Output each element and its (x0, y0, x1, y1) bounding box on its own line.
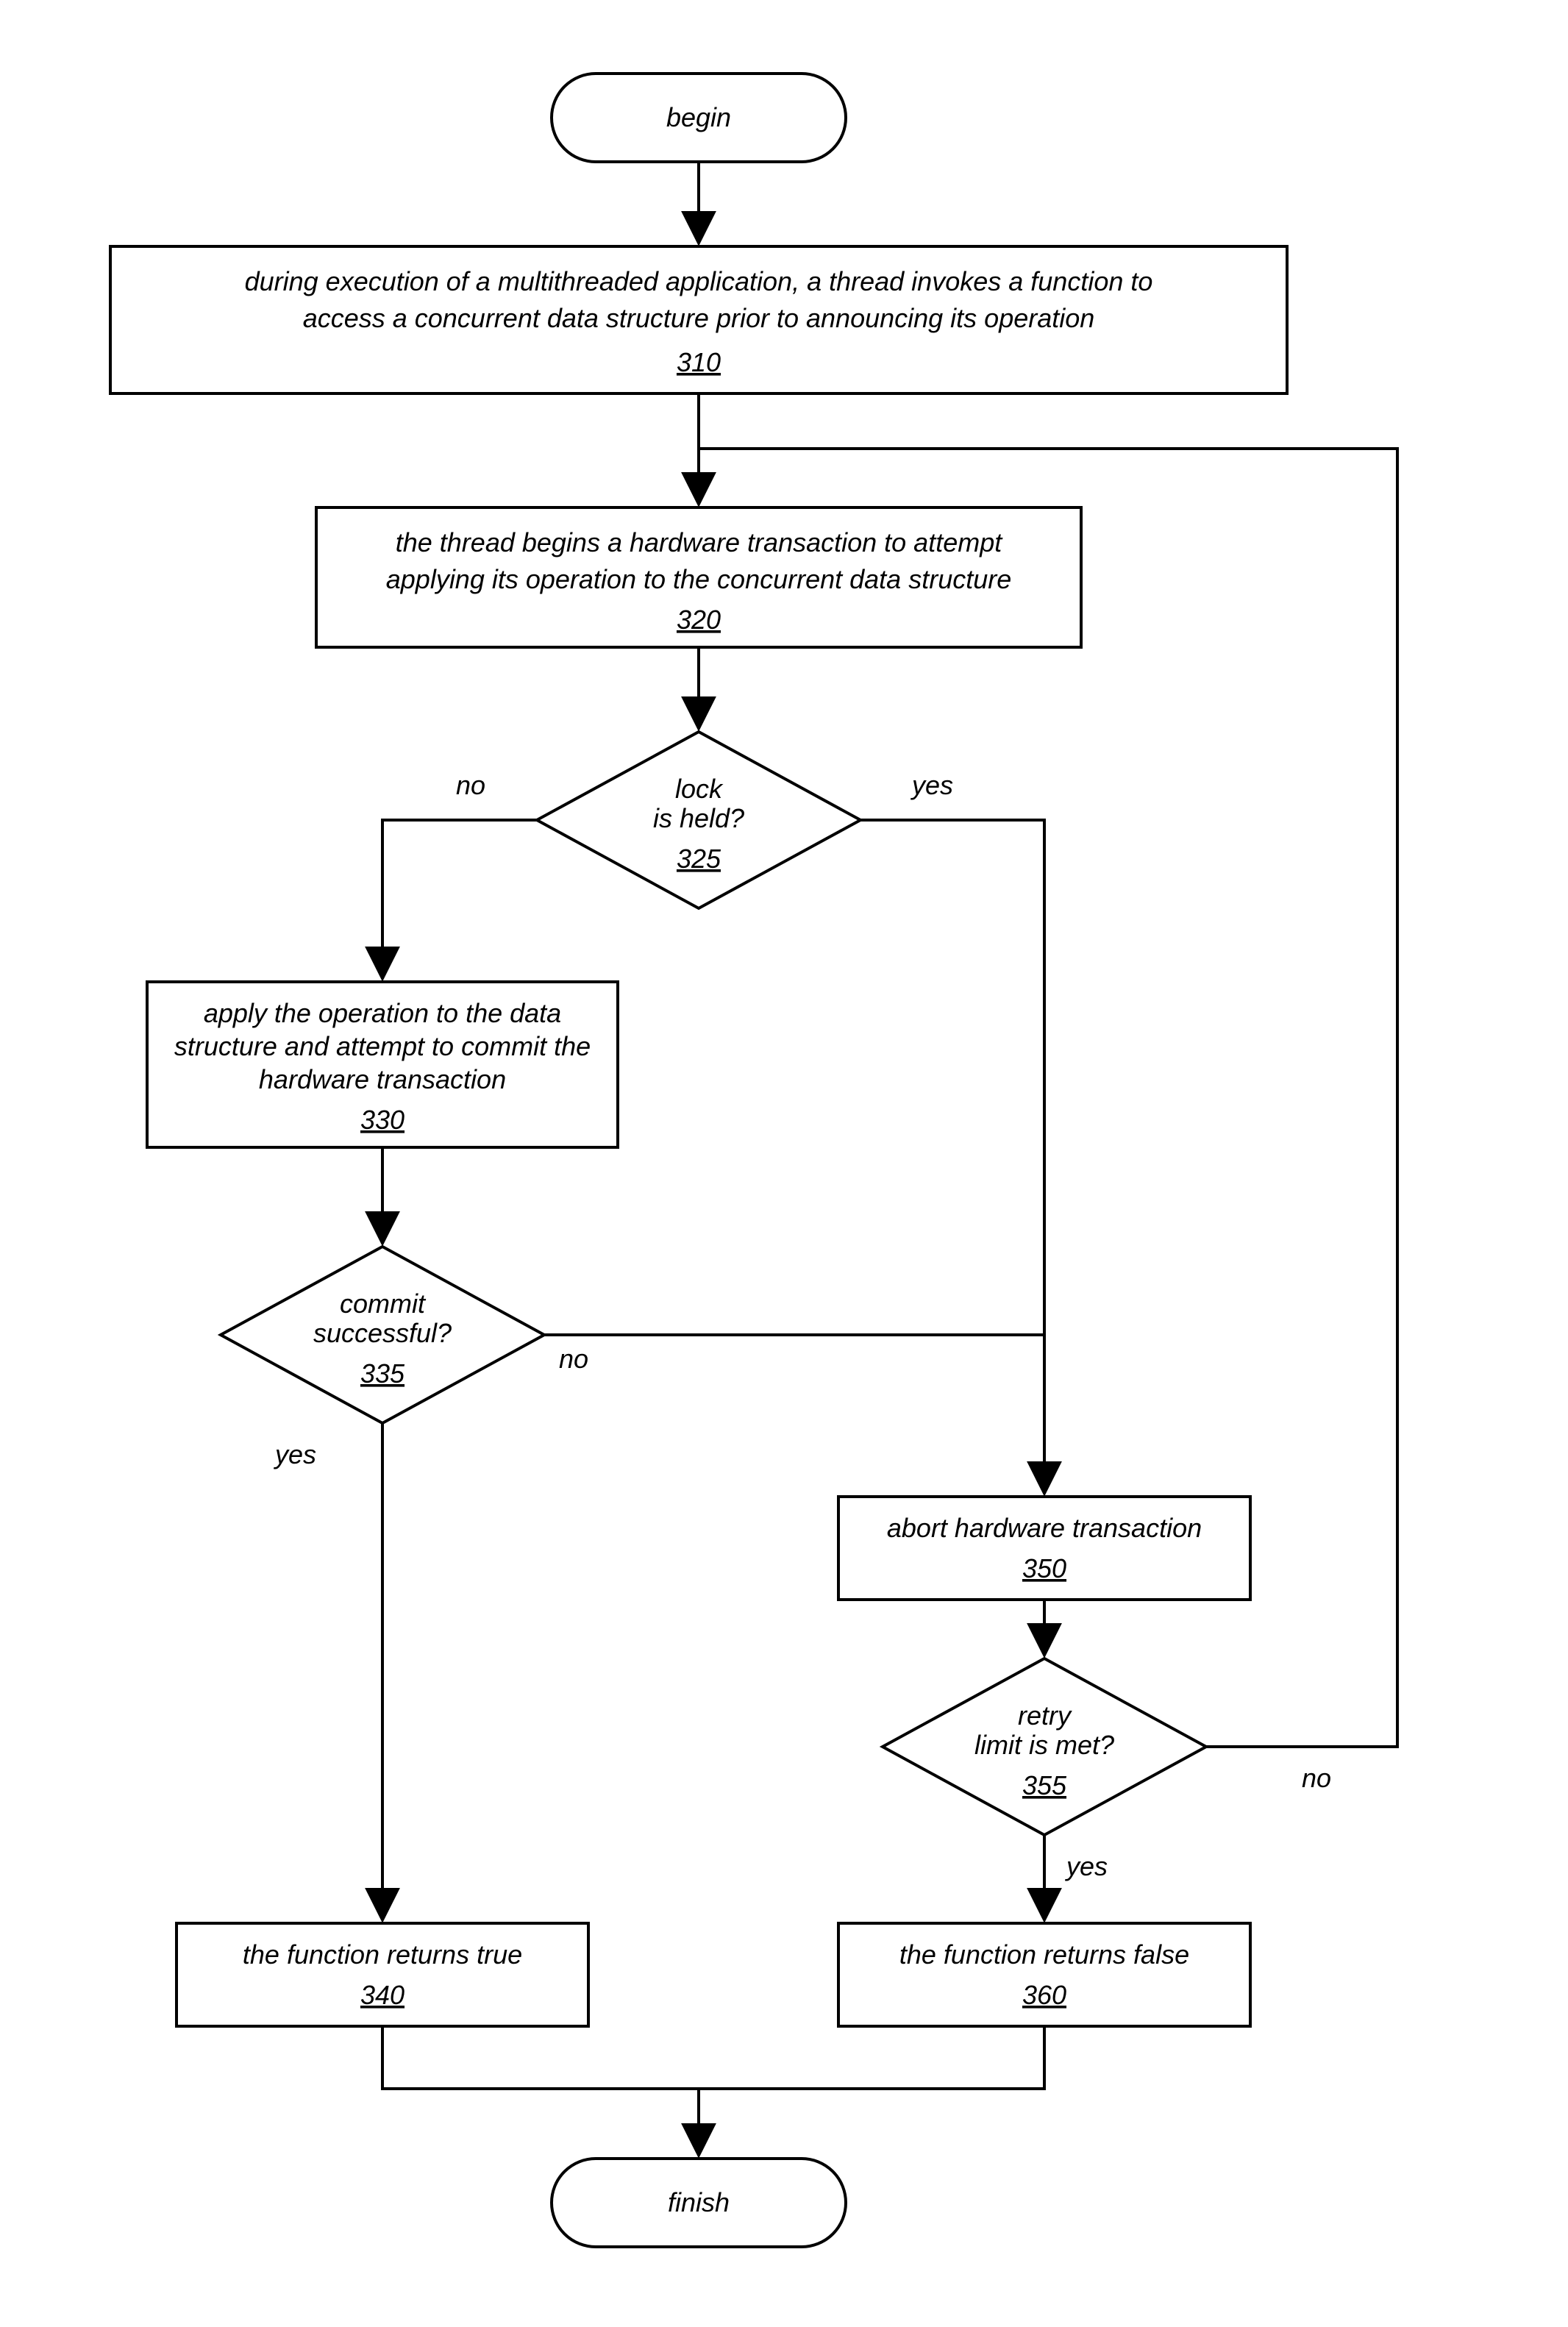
process-360 (838, 1923, 1250, 2026)
edge-325-no-label: no (456, 770, 485, 800)
process-330-line1: apply the operation to the data (204, 998, 561, 1028)
decision-325-ref: 325 (677, 844, 721, 874)
process-340 (177, 1923, 588, 2026)
decision-355-line2: limit is met? (974, 1730, 1114, 1760)
process-310-ref: 310 (677, 347, 721, 377)
edge-335-no-label: no (559, 1344, 588, 1374)
process-310-line2: access a concurrent data structure prior… (303, 303, 1095, 333)
edge-325-350 (860, 820, 1044, 1493)
process-350-ref: 350 (1022, 1553, 1066, 1583)
decision-335-line1: commit (340, 1289, 427, 1319)
edge-360-merge (699, 2026, 1044, 2089)
edge-335-yes-label: yes (273, 1439, 316, 1469)
process-340-ref: 340 (360, 1980, 405, 2010)
edge-325-yes-label: yes (910, 770, 953, 800)
process-320-ref: 320 (677, 605, 721, 635)
edge-355-yes-label: yes (1064, 1851, 1108, 1881)
terminator-begin-label: begin (666, 102, 731, 132)
process-330-ref: 330 (360, 1105, 405, 1135)
process-350-line1: abort hardware transaction (887, 1513, 1202, 1543)
process-360-line1: the function returns false (899, 1939, 1189, 1970)
process-340-line1: the function returns true (243, 1939, 522, 1970)
process-350 (838, 1497, 1250, 1600)
process-310-line1: during execution of a multithreaded appl… (245, 266, 1153, 296)
terminator-finish-label: finish (668, 2187, 730, 2217)
edge-325-330 (382, 820, 537, 978)
decision-335-line2: successful? (313, 1318, 452, 1348)
process-360-ref: 360 (1022, 1980, 1066, 2010)
decision-325-line2: is held? (653, 803, 744, 833)
decision-335-ref: 335 (360, 1358, 405, 1389)
process-320-line2: applying its operation to the concurrent… (386, 564, 1012, 594)
process-320-line1: the thread begins a hardware transaction… (396, 527, 1004, 557)
decision-355-ref: 355 (1022, 1770, 1067, 1800)
process-330-line3: hardware transaction (259, 1064, 506, 1094)
process-330-line2: structure and attempt to commit the (174, 1031, 591, 1061)
flowchart-canvas: begin during execution of a multithreade… (0, 0, 1568, 2327)
decision-355-line1: retry (1018, 1700, 1072, 1731)
edge-340-finish (382, 2026, 699, 2155)
edge-355-no-label: no (1302, 1763, 1331, 1793)
decision-325-line1: lock (675, 774, 724, 804)
